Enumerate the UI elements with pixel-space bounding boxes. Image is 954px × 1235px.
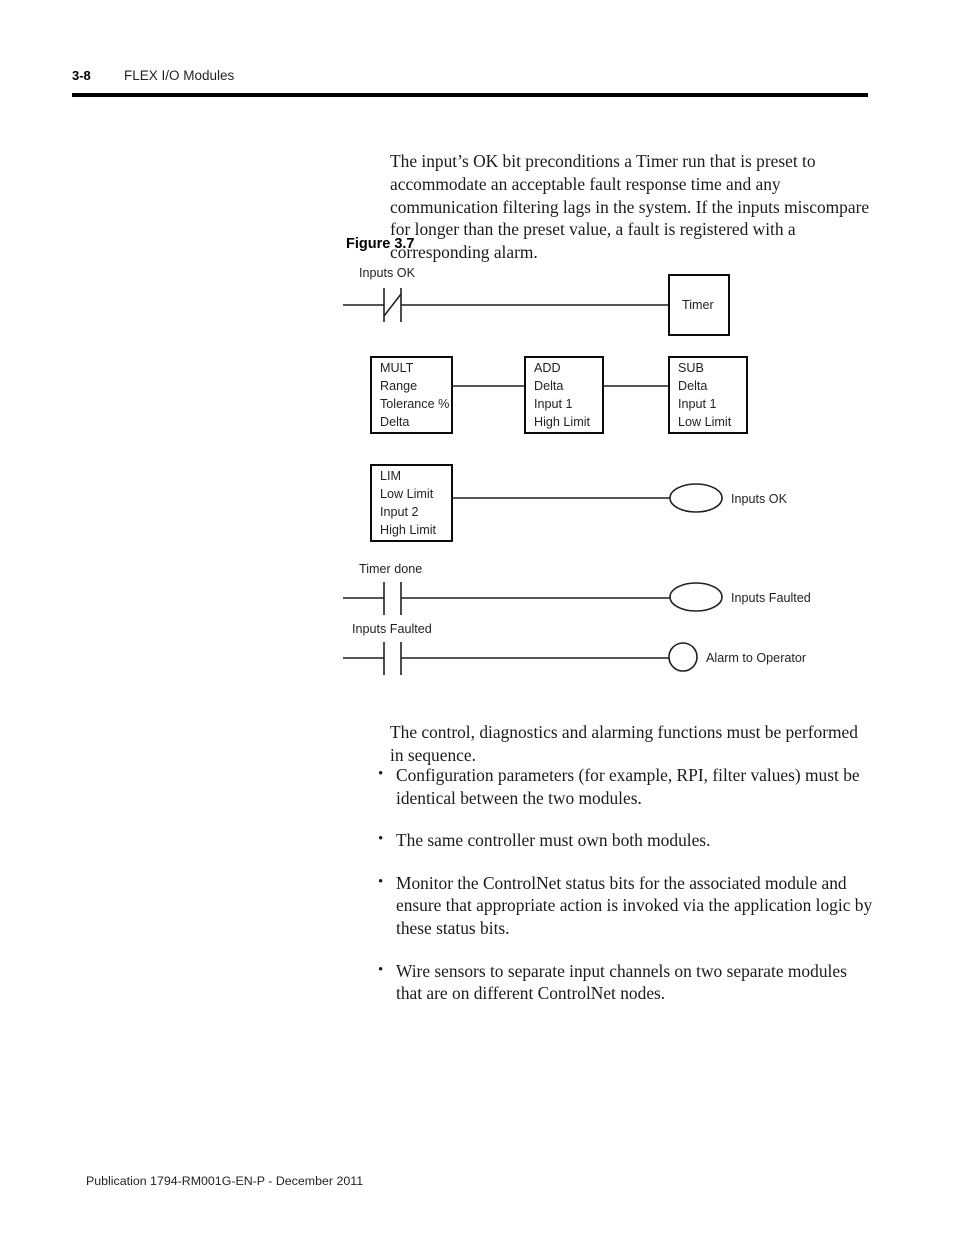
list-item: Monitor the ControlNet status bits for t… [374,871,874,940]
mult-block-line3: Delta [380,415,409,429]
sub-block-line3: Low Limit [678,415,732,429]
add-block-name: ADD [534,361,561,375]
add-block-line3: High Limit [534,415,590,429]
lim-block-line1: Low Limit [380,487,434,501]
timer-block-label: Timer [682,298,714,312]
list-item: The same controller must own both module… [374,828,874,852]
alarm-to-operator-coil-label: Alarm to Operator [706,651,806,665]
add-block-line1: Delta [534,379,563,393]
sub-block-line1: Delta [678,379,707,393]
mult-block-line2: Tolerance % [380,397,449,411]
list-item: Configuration parameters (for example, R… [374,763,874,809]
sub-block-line2: Input 1 [678,397,717,411]
page-footer: Publication 1794-RM001G-EN-P - December … [86,1174,364,1188]
alarm-to-operator-coil [668,642,698,672]
header-title: FLEX I/O Modules [124,68,235,83]
rung1-nc-contact-slash [383,293,402,317]
inputs-ok-coil [669,483,723,513]
intro-paragraph: The input’s OK bit preconditions a Timer… [390,151,870,262]
lim-block-line3: High Limit [380,523,436,537]
page-header: 3-8 FLEX I/O Modules [72,68,872,92]
inputs-faulted-coil [669,582,723,612]
mult-block-line1: Range [380,379,417,393]
lim-block-name: LIM [380,469,401,483]
figure-caption: Figure 3.7 [346,236,415,252]
ladder-logic-diagram: Inputs OK Timer MULT Range Tolerance % D… [330,258,870,676]
rung4-contact-label: Timer done [359,562,422,576]
page-number: 3-8 [72,68,91,83]
add-block-line2: Input 1 [534,397,573,411]
header-divider-rule [72,93,868,97]
lim-block-line2: Input 2 [380,505,419,519]
inputs-ok-coil-label: Inputs OK [731,492,788,506]
mult-block-name: MULT [380,361,414,375]
requirements-bullet-list: Configuration parameters (for example, R… [374,763,874,1025]
rung5-contact-label: Inputs Faulted [352,622,432,636]
list-item: Wire sensors to separate input channels … [374,959,874,1005]
rung1-contact-label: Inputs OK [359,266,416,280]
sequence-paragraph: The control, diagnostics and alarming fu… [390,722,858,765]
sub-block-name: SUB [678,361,704,375]
inputs-faulted-coil-label: Inputs Faulted [731,591,811,605]
